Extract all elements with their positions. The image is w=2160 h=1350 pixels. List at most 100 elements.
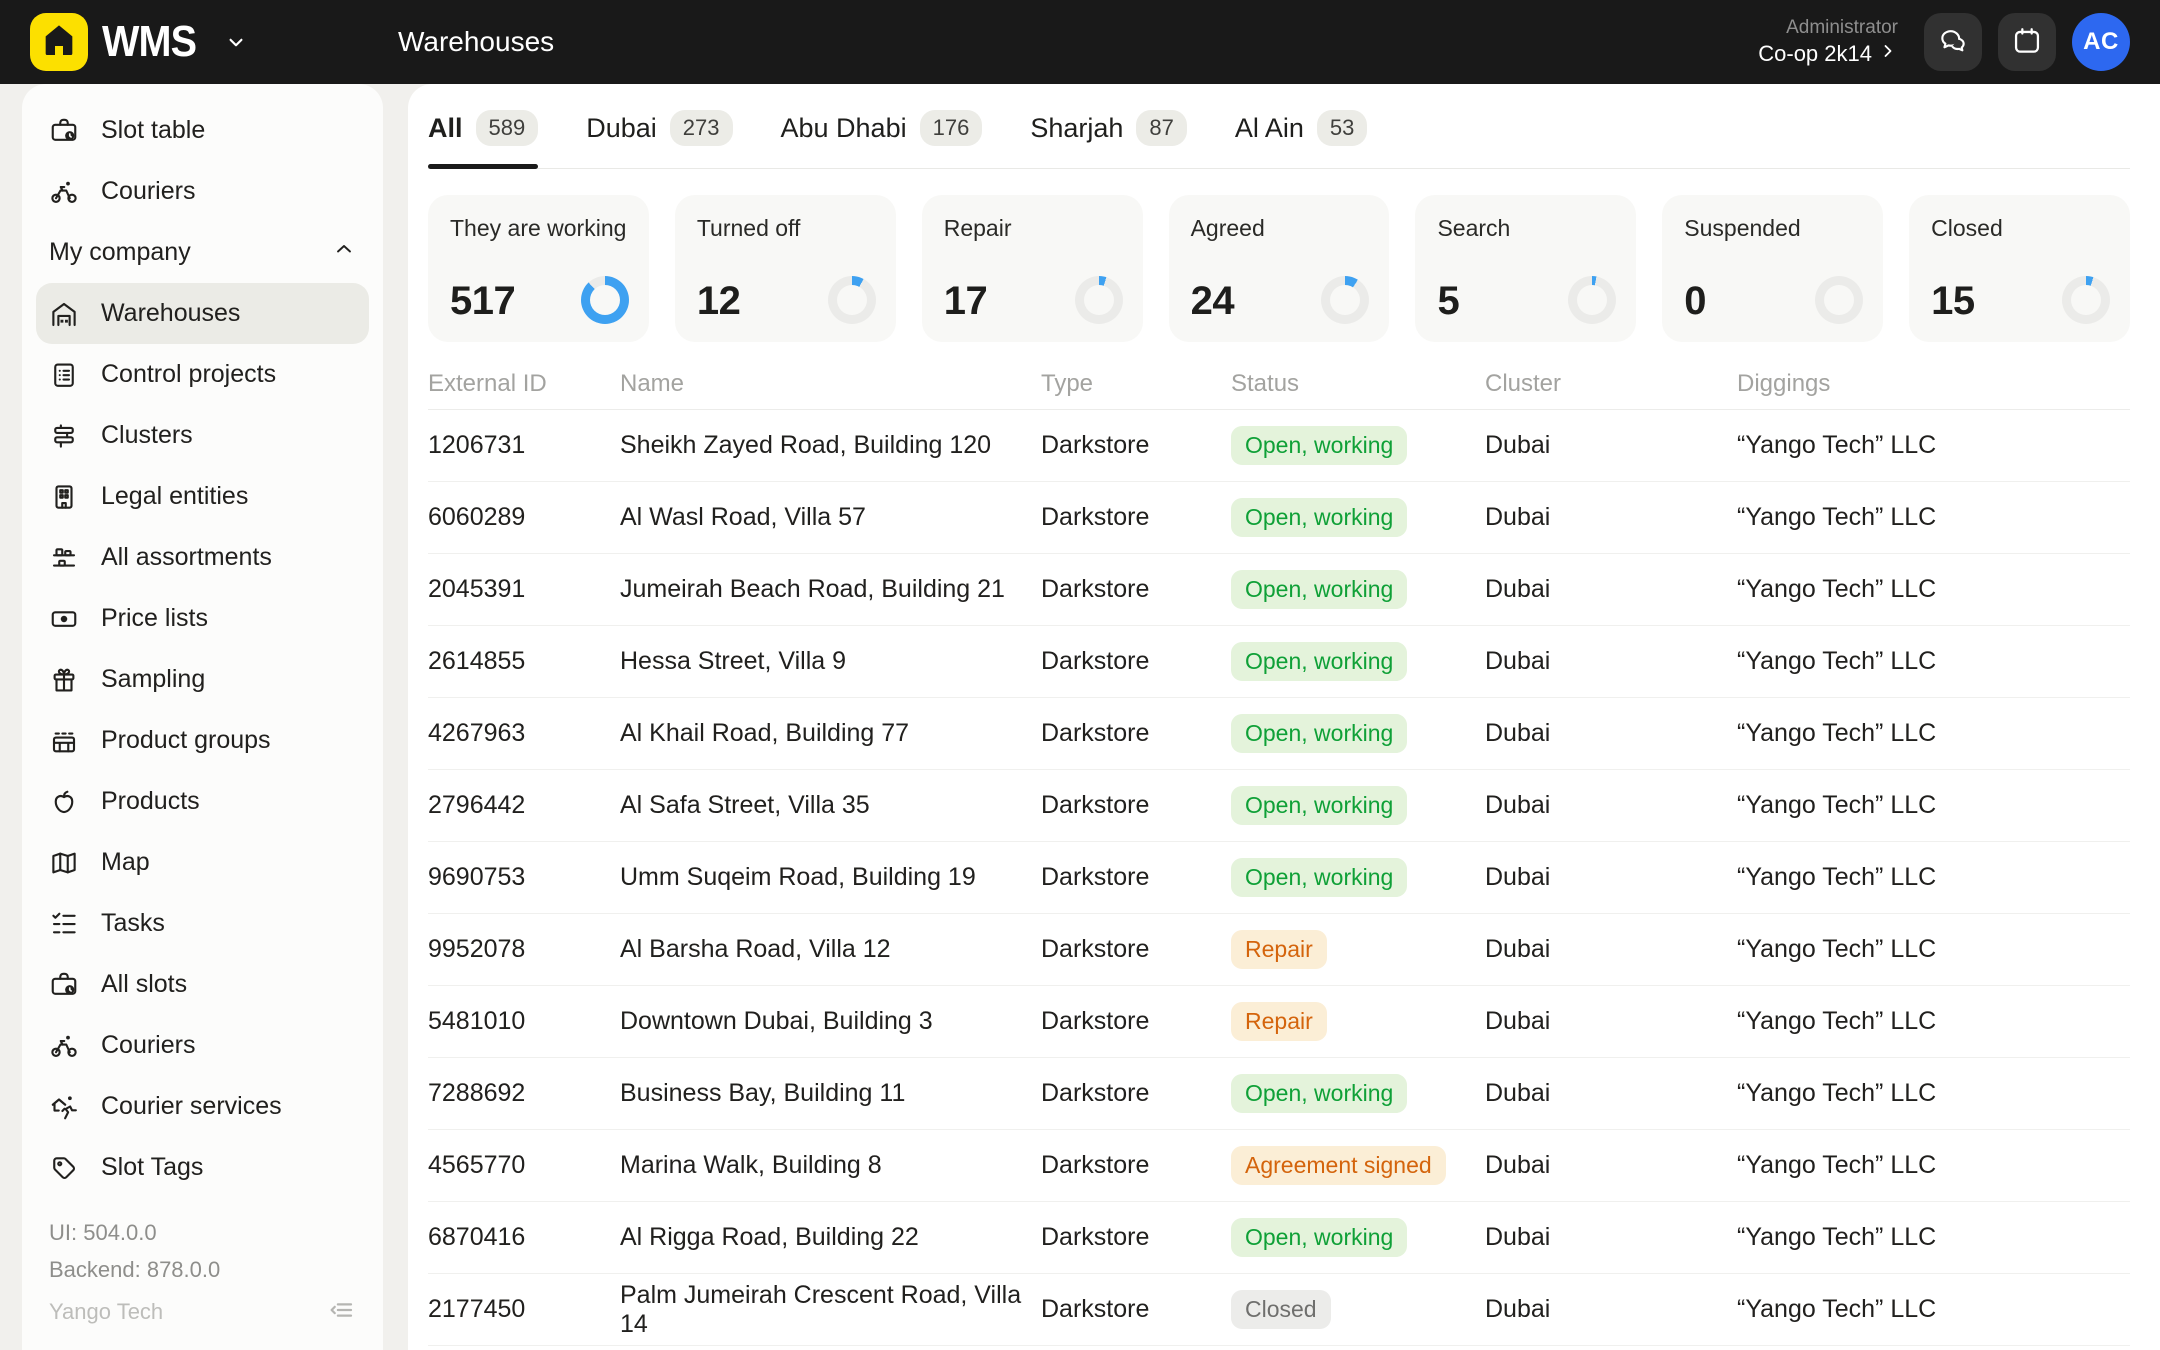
table-row[interactable]: 1206731 Sheikh Zayed Road, Building 120 …: [428, 410, 2130, 482]
table-row[interactable]: 6060289 Al Wasl Road, Villa 57 Darkstore…: [428, 482, 2130, 554]
sidebar-item-all-slots[interactable]: All slots: [36, 954, 369, 1015]
cell-name: Al Safa Street, Villa 35: [620, 791, 1041, 820]
table-row[interactable]: 2045391 Jumeirah Beach Road, Building 21…: [428, 554, 2130, 626]
status-card-agreed[interactable]: Agreed 24: [1169, 195, 1390, 342]
sidebar-item-legal-entities[interactable]: Legal entities: [36, 466, 369, 527]
avatar[interactable]: AC: [2072, 13, 2130, 71]
tab-label: Abu Dhabi: [781, 113, 907, 144]
status-card-value: 17: [944, 279, 988, 324]
sidebar-item-couriers-2[interactable]: Couriers: [36, 1015, 369, 1076]
cell-diggings: “Yango Tech” LLC: [1737, 1007, 2130, 1036]
table-row[interactable]: 7288692 Business Bay, Building 11 Darkst…: [428, 1058, 2130, 1130]
tab-al-ain[interactable]: Al Ain 53: [1235, 110, 1368, 168]
sidebar-item-warehouses[interactable]: Warehouses: [36, 283, 369, 344]
sidebar-item-slot-table[interactable]: Slot table: [36, 100, 369, 161]
courier-house-icon: [49, 1092, 79, 1122]
top-right-area: Administrator Co-op 2k14: [1758, 13, 2130, 71]
column-header-diggings: Diggings: [1737, 370, 2130, 398]
company-switcher[interactable]: Co-op 2k14: [1758, 40, 1898, 68]
cell-type: Darkstore: [1041, 935, 1231, 964]
status-card-suspended[interactable]: Suspended 0: [1662, 195, 1883, 342]
cell-name: Sheikh Zayed Road, Building 120: [620, 431, 1041, 460]
status-card-title: Repair: [944, 215, 1121, 242]
status-card-value: 24: [1191, 279, 1235, 324]
sidebar: Slot table Couriers My company Warehouse…: [22, 84, 383, 1350]
table-header-row: External IDNameTypeStatusClusterDiggings: [428, 358, 2130, 410]
chat-button[interactable]: [1924, 13, 1982, 71]
cell-type: Darkstore: [1041, 503, 1231, 532]
table-body: 1206731 Sheikh Zayed Road, Building 120 …: [428, 410, 2130, 1346]
cell-external-id: 1206731: [428, 431, 620, 460]
status-card-repair[interactable]: Repair 17: [922, 195, 1143, 342]
cell-name: Jumeirah Beach Road, Building 21: [620, 575, 1041, 604]
cell-external-id: 2045391: [428, 575, 620, 604]
cell-diggings: “Yango Tech” LLC: [1737, 1151, 2130, 1180]
cell-cluster: Dubai: [1485, 503, 1737, 532]
table-row[interactable]: 4267963 Al Khail Road, Building 77 Darks…: [428, 698, 2130, 770]
top-bar: WMS Warehouses Administrator Co-op 2k14: [0, 0, 2160, 84]
column-header-name: Name: [620, 370, 1041, 398]
sidebar-item-label: Tasks: [101, 909, 165, 938]
sidebar-item-sampling[interactable]: Sampling: [36, 649, 369, 710]
status-card-search[interactable]: Search 5: [1415, 195, 1636, 342]
tab-label: All: [428, 113, 463, 144]
gift-icon: [49, 665, 79, 695]
cell-type: Darkstore: [1041, 1151, 1231, 1180]
company-name: Co-op 2k14: [1758, 40, 1872, 68]
status-badge: Open, working: [1231, 642, 1407, 681]
cell-diggings: “Yango Tech” LLC: [1737, 1079, 2130, 1108]
table-row[interactable]: 2796442 Al Safa Street, Villa 35 Darksto…: [428, 770, 2130, 842]
status-card-closed[interactable]: Closed 15: [1909, 195, 2130, 342]
ui-version: UI: 504.0.0: [49, 1214, 356, 1251]
table-row[interactable]: 5481010 Downtown Dubai, Building 3 Darks…: [428, 986, 2130, 1058]
cell-cluster: Dubai: [1485, 575, 1737, 604]
house-icon: [39, 20, 79, 65]
tab-all[interactable]: All 589: [428, 110, 538, 168]
chevron-right-icon: [1878, 40, 1898, 68]
briefcase-clock-icon: [49, 970, 79, 1000]
crate-icon: [49, 726, 79, 756]
sidebar-item-control-projects[interactable]: Control projects: [36, 344, 369, 405]
sidebar-item-label: Price lists: [101, 604, 208, 633]
status-card-value: 0: [1684, 279, 1706, 324]
sidebar-item-all-assortments[interactable]: All assortments: [36, 527, 369, 588]
sidebar-item-couriers[interactable]: Couriers: [36, 161, 369, 222]
cell-cluster: Dubai: [1485, 935, 1737, 964]
tab-sharjah[interactable]: Sharjah 87: [1030, 110, 1187, 168]
table-row[interactable]: 9952078 Al Barsha Road, Villa 12 Darksto…: [428, 914, 2130, 986]
status-card-title: Search: [1437, 215, 1614, 242]
status-badge: Repair: [1231, 1002, 1327, 1041]
sidebar-item-label: Courier services: [101, 1092, 282, 1121]
sidebar-item-slot-tags[interactable]: Slot Tags: [36, 1137, 369, 1198]
table-row[interactable]: 4565770 Marina Walk, Building 8 Darkstor…: [428, 1130, 2130, 1202]
chevron-down-icon[interactable]: [223, 29, 249, 55]
sidebar-item-products[interactable]: Products: [36, 771, 369, 832]
calendar-button[interactable]: [1998, 13, 2056, 71]
table-row[interactable]: 2177450 Palm Jumeirah Crescent Road, Vil…: [428, 1274, 2130, 1346]
sidebar-item-clusters[interactable]: Clusters: [36, 405, 369, 466]
column-header-cluster: Cluster: [1485, 370, 1737, 398]
sidebar-item-tasks[interactable]: Tasks: [36, 893, 369, 954]
tab-dubai[interactable]: Dubai 273: [586, 110, 732, 168]
tab-abu-dhabi[interactable]: Abu Dhabi 176: [781, 110, 983, 168]
tab-count-badge: 87: [1136, 110, 1186, 146]
sidebar-item-product-groups[interactable]: Product groups: [36, 710, 369, 771]
sidebar-item-price-lists[interactable]: Price lists: [36, 588, 369, 649]
status-card-they-are-working[interactable]: They are working 517: [428, 195, 649, 342]
cell-cluster: Dubai: [1485, 1223, 1737, 1252]
status-card-turned-off[interactable]: Turned off 12: [675, 195, 896, 342]
table-row[interactable]: 6870416 Al Rigga Road, Building 22 Darks…: [428, 1202, 2130, 1274]
donut-chart: [1075, 276, 1123, 324]
sidebar-main-group: Warehouses Control projects Clusters Leg…: [36, 283, 369, 1198]
table-row[interactable]: 9690753 Umm Suqeim Road, Building 19 Dar…: [428, 842, 2130, 914]
status-badge: Open, working: [1231, 714, 1407, 753]
map-icon: [49, 848, 79, 878]
wms-logo[interactable]: [30, 13, 88, 71]
collapse-sidebar-button[interactable]: [326, 1295, 356, 1328]
status-badge: Open, working: [1231, 858, 1407, 897]
table-row[interactable]: 2614855 Hessa Street, Villa 9 Darkstore …: [428, 626, 2130, 698]
sidebar-item-courier-services[interactable]: Courier services: [36, 1076, 369, 1137]
cell-diggings: “Yango Tech” LLC: [1737, 575, 2130, 604]
sidebar-section-my-company[interactable]: My company: [36, 222, 369, 283]
sidebar-item-map[interactable]: Map: [36, 832, 369, 893]
